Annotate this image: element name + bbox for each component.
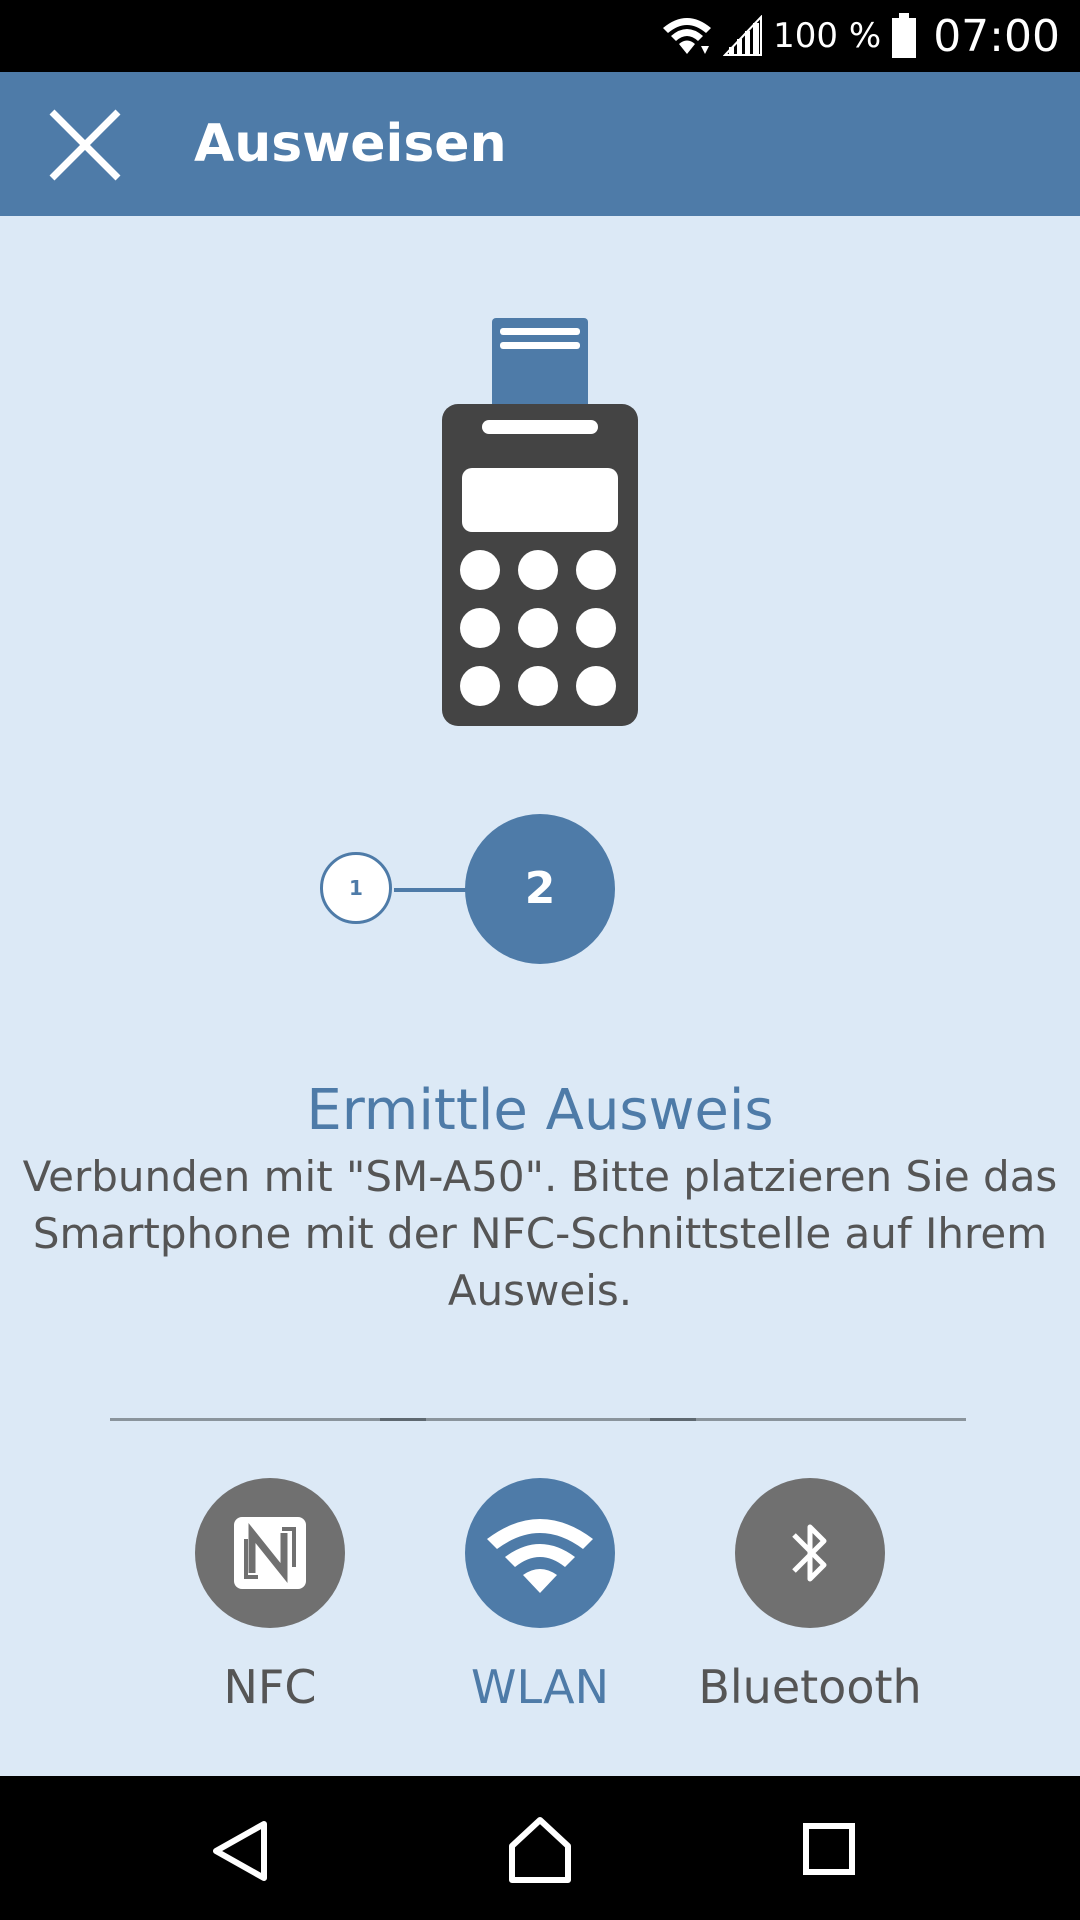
divider-mark (380, 1418, 426, 1421)
step-indicator: 1 2 (320, 814, 620, 966)
option-nfc-circle (195, 1478, 345, 1628)
status-icons: 100 % 07:00 (661, 0, 1060, 72)
close-button[interactable] (48, 108, 144, 181)
clock: 07:00 (933, 10, 1060, 62)
option-wlan-label: WLAN (470, 1660, 610, 1714)
option-bluetooth-circle (735, 1478, 885, 1628)
step-1: 1 (320, 852, 392, 924)
option-nfc[interactable]: NFC (135, 1478, 405, 1718)
navigation-bar (0, 1776, 1080, 1920)
wifi-icon (487, 1519, 593, 1593)
battery-icon (892, 13, 917, 58)
option-bluetooth-label: Bluetooth (698, 1660, 922, 1714)
status-headline: Ermittle Ausweis (306, 1078, 774, 1143)
app-bar: Ausweisen (0, 72, 1080, 216)
home-icon (509, 1817, 571, 1883)
recents-icon (803, 1823, 855, 1875)
recents-button[interactable] (790, 1816, 870, 1886)
close-icon (49, 109, 121, 181)
status-message: Verbunden mit "SM-A50". Bitte platzieren… (22, 1152, 1058, 1315)
nfc-icon (234, 1517, 306, 1589)
option-bluetooth[interactable]: Bluetooth (675, 1478, 945, 1718)
cellular-signal-icon (723, 15, 763, 56)
battery-percentage: 100 % (773, 16, 882, 56)
home-button[interactable] (500, 1816, 580, 1886)
step-2: 2 (465, 814, 615, 964)
option-nfc-label: NFC (223, 1660, 317, 1714)
option-wlan-circle (465, 1478, 615, 1628)
status-bar: 100 % 07:00 (0, 0, 1080, 72)
wifi-icon (663, 18, 712, 54)
back-icon (213, 1821, 267, 1881)
page-title: Ausweisen (194, 114, 507, 174)
option-wlan[interactable]: WLAN (405, 1478, 675, 1718)
divider-mark (650, 1418, 696, 1421)
divider (110, 1418, 966, 1421)
back-button[interactable] (200, 1816, 280, 1886)
card-terminal-icon (442, 318, 638, 726)
bluetooth-icon (792, 1524, 827, 1582)
